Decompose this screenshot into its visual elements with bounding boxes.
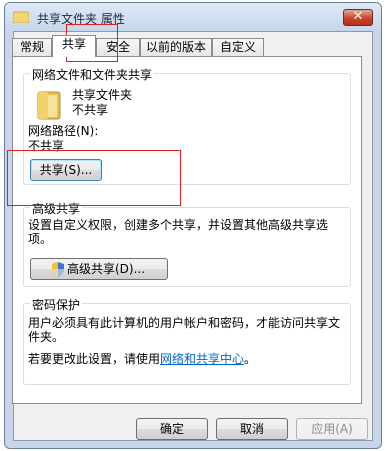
ok-button[interactable]: 确定 [136,418,208,440]
advanced-sharing-description: 设置自定义权限，创建多个共享，并设置其他高级共享选项。 [28,218,329,246]
network-sharing-group: 网络文件和文件夹共享 共享文件夹 不共享 网络路径(N): 不共享 共享(S).… [23,66,351,185]
tab-strip: 常规 共享 安全 以前的版本 自定义 [12,35,362,57]
tab-customize[interactable]: 自定义 [212,38,264,57]
folder-share-status: 不共享 [72,103,109,117]
sharing-panel: 网络文件和文件夹共享 共享文件夹 不共享 网络路径(N): 不共享 共享(S).… [12,56,362,404]
group-title: 密码保护 [30,296,83,313]
folder-name: 共享文件夹 [72,88,133,102]
apply-button[interactable]: 应用(A) [296,418,368,440]
password-protection-description: 用户必须具有此计算机的用户帐户和密码，才能访问共享文件夹。 [28,316,341,344]
window-title: 共享文件夹 属性 [37,12,125,26]
cancel-button[interactable]: 取消 [216,418,288,440]
network-path-value: 不共享 [28,139,65,153]
folder-icon [37,91,61,120]
title-bar[interactable]: 共享文件夹 属性 ✕ [5,3,381,31]
advanced-sharing-button-label: 高级共享(D)... [67,262,146,276]
close-button[interactable]: ✕ [343,9,373,26]
tab-sharing[interactable]: 共享 [52,35,96,57]
share-button[interactable]: 共享(S)... [30,159,102,181]
change-setting-text: 若要更改此设置，请使用网络和共享中心。 [28,352,257,366]
group-title: 网络文件和文件夹共享 [30,66,155,83]
close-icon: ✕ [352,9,364,24]
network-sharing-center-link[interactable]: 网络和共享中心 [160,352,244,366]
tab-security[interactable]: 安全 [96,38,140,57]
advanced-sharing-button[interactable]: 高级共享(D)... [30,258,168,280]
network-path-label: 网络路径(N): [28,124,99,138]
tab-general[interactable]: 常规 [12,38,52,57]
password-protection-group: 密码保护 用户必须具有此计算机的用户帐户和密码，才能访问共享文件夹。 若要更改此… [23,296,351,385]
group-title: 高级共享 [30,200,83,217]
tab-previous-versions[interactable]: 以前的版本 [140,38,212,57]
advanced-sharing-group: 高级共享 设置自定义权限，创建多个共享，并设置其他高级共享选项。 高级共享(D)… [23,200,351,287]
folder-icon [13,10,29,23]
shield-icon [52,262,64,277]
